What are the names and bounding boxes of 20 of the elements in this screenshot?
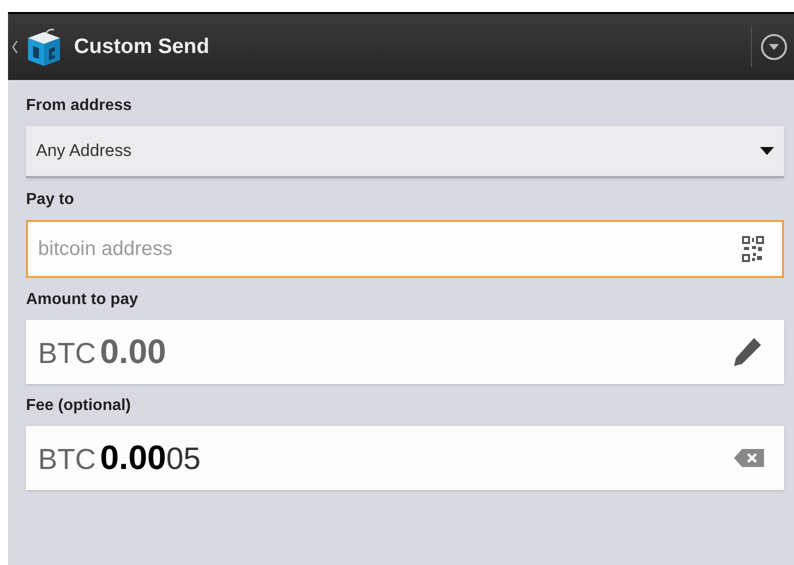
- backspace-icon[interactable]: [734, 449, 764, 467]
- currency-unit: BTC: [38, 442, 96, 478]
- address-dropdown[interactable]: Any Address: [26, 126, 784, 178]
- amount-field[interactable]: BTC 0.0005: [26, 426, 784, 490]
- field-label: Pay to: [26, 190, 76, 210]
- qr-code-icon[interactable]: [742, 236, 764, 262]
- field-label: Amount to pay: [26, 290, 139, 310]
- screen-title: Custom Send: [74, 34, 210, 60]
- dropdown-value: Any Address: [36, 140, 132, 162]
- currency-unit: BTC: [38, 336, 96, 372]
- overflow-menu-icon[interactable]: [760, 33, 788, 61]
- back-icon[interactable]: [12, 40, 18, 54]
- app-logo-icon[interactable]: [26, 28, 62, 66]
- field-label: From address: [26, 96, 133, 116]
- address-input[interactable]: bitcoin address: [26, 220, 784, 278]
- caret-icon: [760, 147, 774, 155]
- amount-value: 0.00: [100, 332, 166, 372]
- field-label: Fee (optional): [26, 396, 132, 416]
- amount-field[interactable]: BTC 0.00: [26, 320, 784, 384]
- fee-value: 0.0005: [100, 438, 201, 478]
